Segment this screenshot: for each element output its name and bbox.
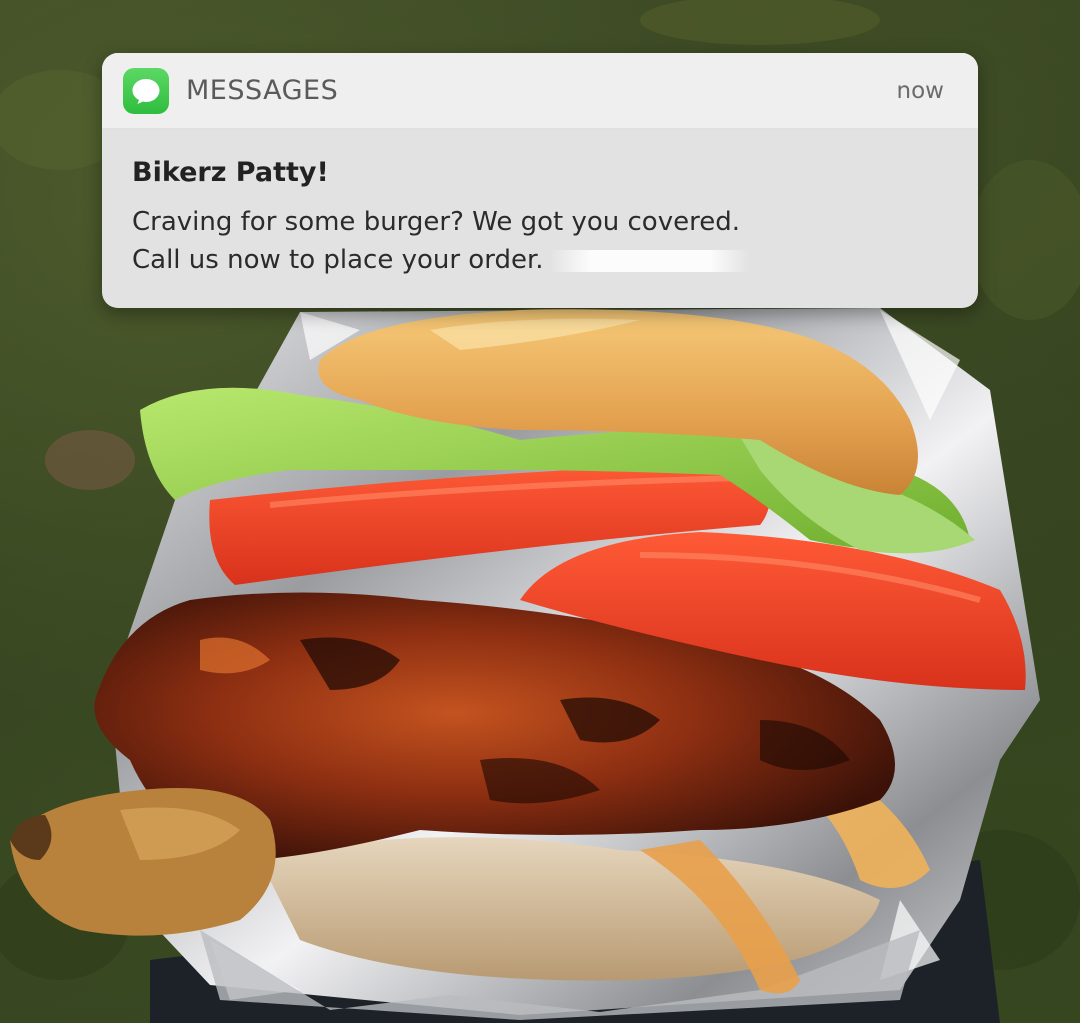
notification-banner[interactable]: MESSAGES now Bikerz Patty! Craving for s… xyxy=(102,53,978,308)
messages-app-icon xyxy=(123,67,169,114)
notification-header: MESSAGES now xyxy=(102,53,978,129)
notification-message-line: Craving for some burger? We got you cove… xyxy=(132,203,948,241)
redacted-phone-number xyxy=(549,249,750,272)
notification-text-2: Call us now to place your order. xyxy=(132,245,544,275)
notification-message-line: Call us now to place your order. xyxy=(132,241,948,279)
screen: MESSAGES now Bikerz Patty! Craving for s… xyxy=(0,0,1080,1023)
notification-body: Bikerz Patty! Craving for some burger? W… xyxy=(102,129,978,279)
notification-text-1: Craving for some burger? We got you cove… xyxy=(132,207,740,237)
notification-time: now xyxy=(896,77,944,104)
app-name: MESSAGES xyxy=(186,75,339,106)
notification-title: Bikerz Patty! xyxy=(132,157,329,188)
